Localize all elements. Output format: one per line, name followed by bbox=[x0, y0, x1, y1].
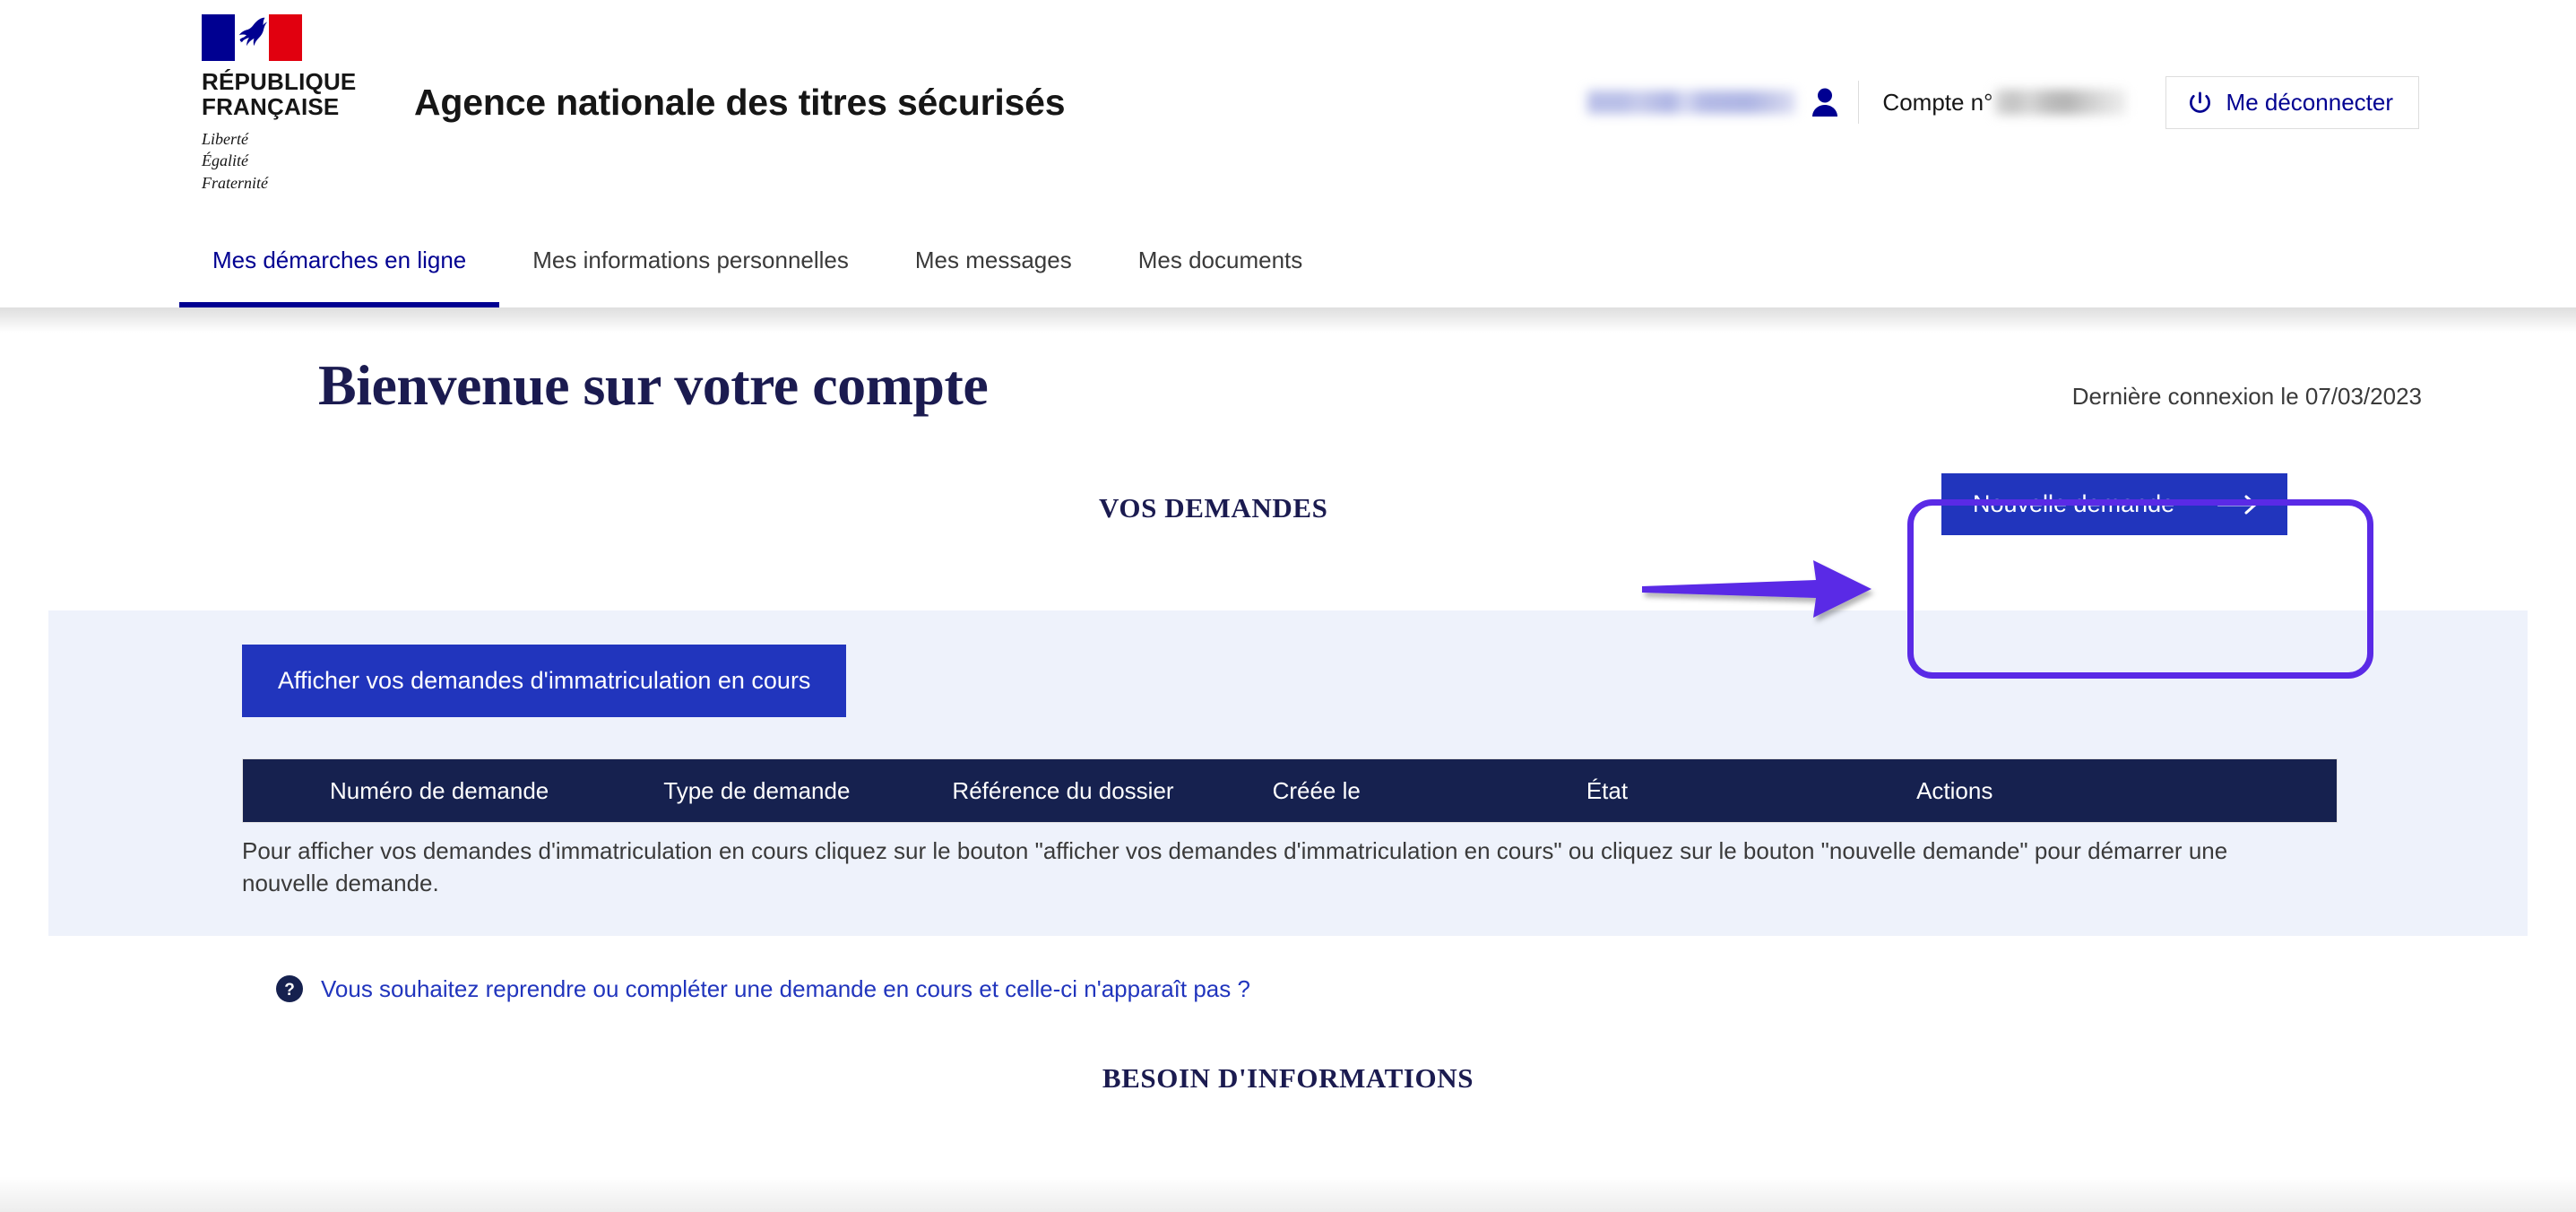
power-icon bbox=[2189, 91, 2210, 113]
welcome-row: Bienvenue sur votre compte Dernière conn… bbox=[0, 352, 2576, 419]
site-header: RÉPUBLIQUE FRANÇAISE Liberté Égalité Fra… bbox=[0, 0, 2576, 204]
requests-section-header: VOS DEMANDES Nouvelle demande bbox=[0, 467, 2576, 610]
account-number-label: Compte n° bbox=[1882, 88, 1993, 116]
user-icon bbox=[1812, 88, 1838, 117]
tab-label: Mes messages bbox=[914, 247, 1072, 273]
requests-table: Numéro de demande Type de demande Référe… bbox=[242, 758, 2338, 823]
show-current-requests-button[interactable]: Afficher vos demandes d'immatriculation … bbox=[242, 645, 847, 717]
marianne-logo: RÉPUBLIQUE FRANÇAISE Liberté Égalité Fra… bbox=[202, 11, 357, 194]
main-navigation: Mes démarches en ligne Mes informations … bbox=[0, 204, 2576, 307]
new-request-label: Nouvelle demande bbox=[1973, 490, 2175, 517]
tab-label: Mes démarches en ligne bbox=[212, 247, 467, 273]
tab-label: Mes informations personnelles bbox=[532, 247, 849, 273]
new-request-button[interactable]: Nouvelle demande bbox=[1941, 473, 2288, 535]
tab-mes-informations-personnelles[interactable]: Mes informations personnelles bbox=[499, 204, 882, 307]
arrow-right-icon bbox=[2217, 495, 2257, 514]
question-mark-icon: ? bbox=[276, 975, 303, 1003]
logout-label: Me déconnecter bbox=[2226, 89, 2393, 116]
republique-line-2: FRANÇAISE bbox=[202, 92, 340, 120]
logout-button[interactable]: Me déconnecter bbox=[2165, 75, 2419, 129]
help-link[interactable]: Vous souhaitez reprendre ou compléter un… bbox=[321, 975, 1250, 1003]
tab-mes-demarches-en-ligne[interactable]: Mes démarches en ligne bbox=[179, 204, 500, 307]
header-shadow bbox=[0, 307, 2576, 333]
column-header-actions: Actions bbox=[1916, 776, 1993, 804]
brand-block: RÉPUBLIQUE FRANÇAISE Liberté Égalité Fra… bbox=[202, 11, 1066, 194]
devise-egalite: Égalité bbox=[202, 152, 248, 170]
account-area: Compte n° Me déconnecter bbox=[1587, 0, 2576, 204]
section-title-vos-demandes: VOS DEMANDES bbox=[1099, 492, 1328, 524]
tab-mes-messages[interactable]: Mes messages bbox=[882, 204, 1105, 307]
bottom-fade bbox=[0, 1176, 2576, 1212]
section-title-besoin-informations: BESOIN D'INFORMATIONS bbox=[1102, 1061, 1474, 1094]
french-flag-icon bbox=[202, 13, 302, 61]
site-title: Agence nationale des titres sécurisés bbox=[414, 81, 1066, 123]
republique-line-1: RÉPUBLIQUE bbox=[202, 67, 357, 95]
table-header-row: Numéro de demande Type de demande Référe… bbox=[242, 758, 2338, 823]
page-title: Bienvenue sur votre compte bbox=[318, 353, 989, 417]
tab-mes-documents[interactable]: Mes documents bbox=[1105, 204, 1336, 307]
main-content: Bienvenue sur votre compte Dernière conn… bbox=[0, 352, 2576, 1095]
header-divider bbox=[1858, 81, 1860, 124]
column-header-numero-de-demande: Numéro de demande bbox=[330, 776, 549, 804]
devise-liberte: Liberté bbox=[202, 129, 248, 148]
help-row[interactable]: ? Vous souhaitez reprendre ou compléter … bbox=[276, 975, 2576, 1003]
column-header-reference-du-dossier: Référence du dossier bbox=[952, 776, 1174, 804]
column-header-etat: État bbox=[1586, 776, 1629, 804]
column-header-type-de-demande: Type de demande bbox=[663, 776, 851, 804]
requests-panel: Afficher vos demandes d'immatriculation … bbox=[48, 610, 2528, 936]
username-redacted bbox=[1587, 91, 1796, 114]
tab-label: Mes documents bbox=[1137, 247, 1303, 273]
devise-fraternite: Fraternité bbox=[202, 173, 268, 192]
show-requests-label: Afficher vos demandes d'immatriculation … bbox=[278, 667, 811, 694]
column-header-creee-le: Créée le bbox=[1272, 776, 1361, 804]
svg-text:?: ? bbox=[284, 981, 295, 1000]
table-empty-note: Pour afficher vos demandes d'immatricula… bbox=[242, 837, 2228, 896]
last-login-text: Dernière connexion le 07/03/2023 bbox=[2071, 383, 2422, 410]
account-number-redacted bbox=[1994, 90, 2126, 115]
